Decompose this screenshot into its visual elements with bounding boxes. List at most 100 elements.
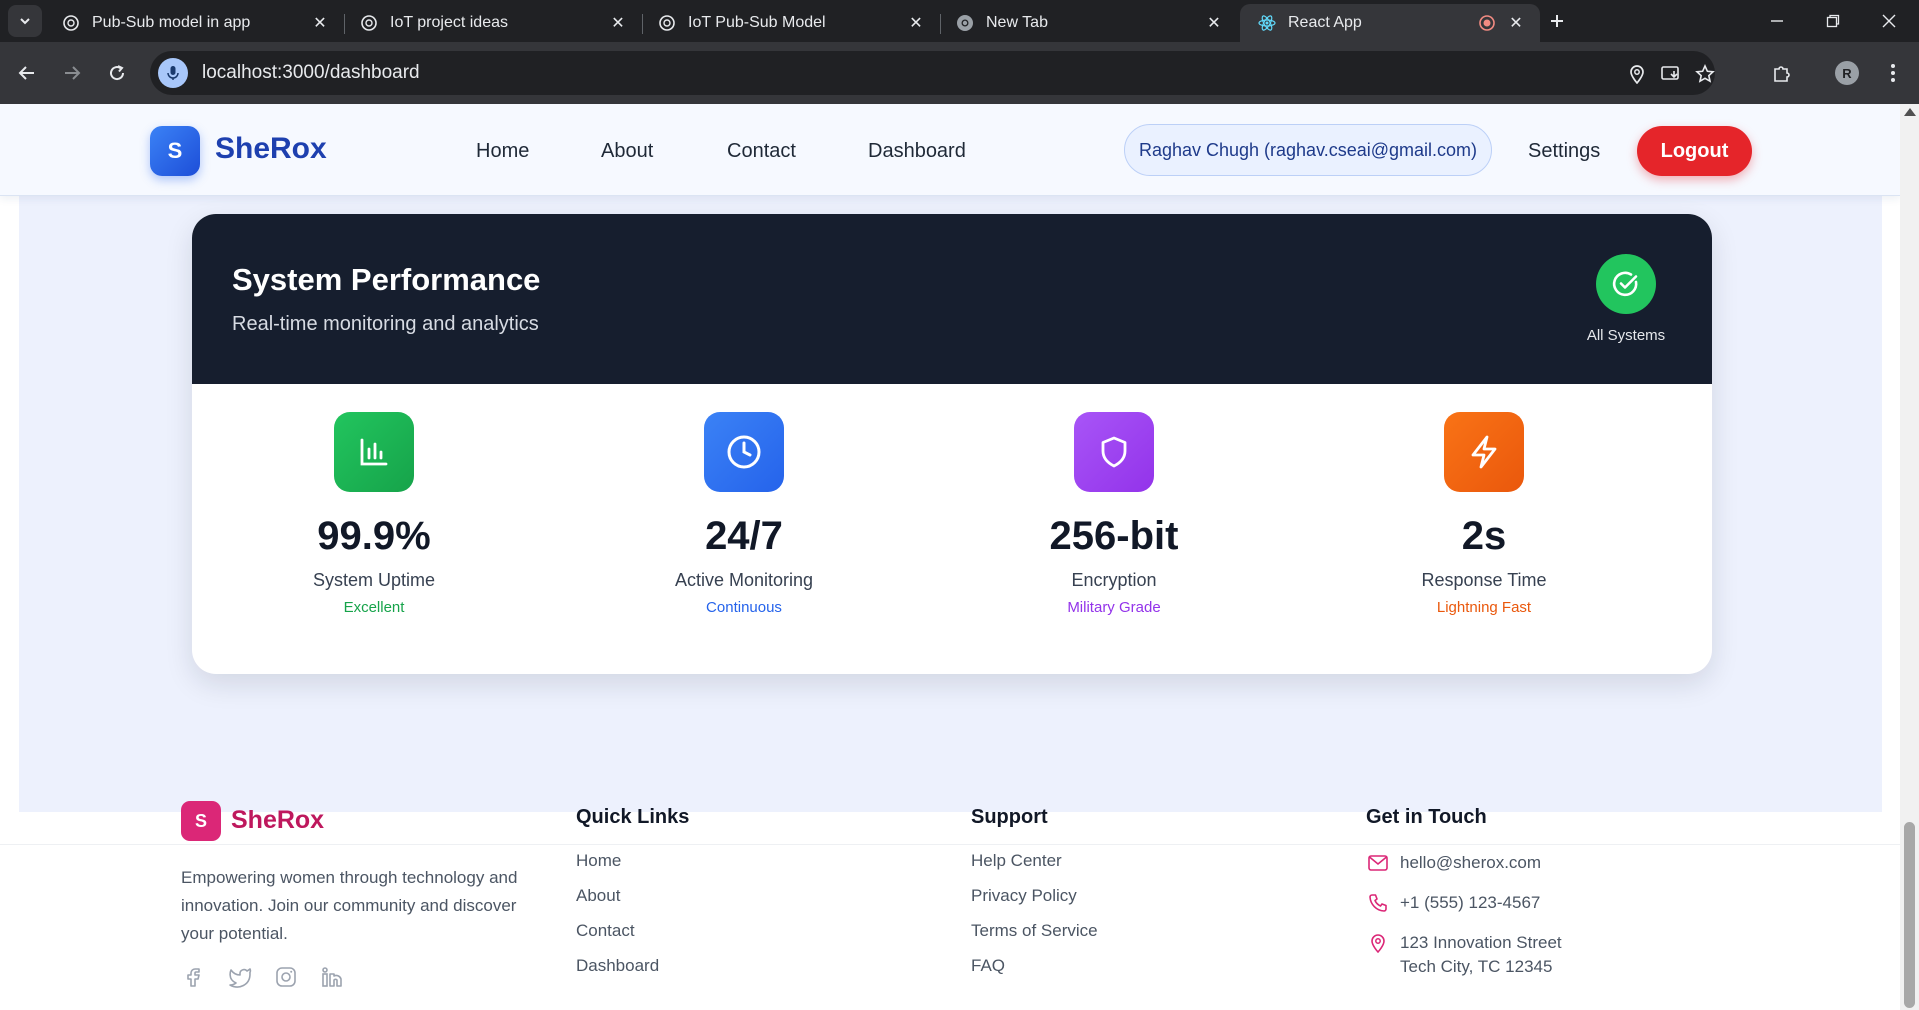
system-performance-card: System Performance Real-time monitoring … xyxy=(192,214,1712,674)
avatar: R xyxy=(1835,61,1859,85)
footer-link-dashboard[interactable]: Dashboard xyxy=(576,956,689,991)
footer-logo-mark[interactable]: S xyxy=(181,801,221,841)
contact-heading: Get in Touch xyxy=(1366,806,1487,828)
footer-support: Support Help Center Privacy Policy Terms… xyxy=(971,806,1098,991)
footer-about-text: Empowering women through technology and … xyxy=(181,868,518,943)
tab-search-button[interactable] xyxy=(8,5,42,37)
nav-about[interactable]: About xyxy=(601,140,653,163)
map-pin-icon xyxy=(1366,931,1390,955)
twitter-icon[interactable] xyxy=(227,964,253,990)
minimize-icon xyxy=(1771,20,1783,22)
back-button[interactable] xyxy=(10,56,44,90)
reload-button[interactable] xyxy=(100,56,134,90)
close-icon[interactable]: ✕ xyxy=(310,13,330,33)
location-icon[interactable] xyxy=(1626,63,1648,85)
scroll-up-arrow-icon[interactable] xyxy=(1904,108,1916,116)
footer-link-contact[interactable]: Contact xyxy=(576,921,689,956)
metric-label: Response Time xyxy=(1421,570,1547,590)
tab-title: IoT Pub-Sub Model xyxy=(688,14,826,31)
plus-icon xyxy=(1551,15,1563,27)
performance-header: System Performance Real-time monitoring … xyxy=(192,214,1712,384)
metric-response-time: 2s Response Time Lightning Fast xyxy=(1299,412,1669,616)
browser-tab-active[interactable]: React App ✕ xyxy=(1240,4,1540,42)
check-circle-icon xyxy=(1596,254,1656,314)
footer-link-home[interactable]: Home xyxy=(576,851,689,886)
settings-link[interactable]: Settings xyxy=(1528,140,1600,163)
forward-button[interactable] xyxy=(55,56,89,90)
nav-dashboard[interactable]: Dashboard xyxy=(868,140,966,163)
metric-label: Active Monitoring xyxy=(674,570,814,590)
shield-icon xyxy=(1074,412,1154,492)
instagram-icon[interactable] xyxy=(273,964,299,990)
metric-value: 256-bit xyxy=(1049,514,1179,558)
browser-menu-button[interactable] xyxy=(1876,56,1910,90)
install-app-icon[interactable] xyxy=(1660,63,1682,85)
nav-home[interactable]: Home xyxy=(476,140,529,163)
new-tab-button[interactable] xyxy=(1542,6,1572,36)
close-icon[interactable]: ✕ xyxy=(1204,13,1224,33)
browser-tab[interactable]: Pub-Sub model in app ✕ xyxy=(44,4,344,42)
footer-quick-links: Quick Links Home About Contact Dashboard xyxy=(576,806,689,991)
site-header: S SheRox Home About Contact Dashboard Ra… xyxy=(0,104,1900,196)
close-icon[interactable]: ✕ xyxy=(608,13,628,33)
metric-note: Lightning Fast xyxy=(1436,599,1532,616)
brand-name[interactable]: SheRox xyxy=(215,132,327,166)
restore-icon xyxy=(1826,14,1840,28)
footer-link-help-center[interactable]: Help Center xyxy=(971,851,1098,886)
minimize-button[interactable] xyxy=(1754,0,1800,42)
contact-phone[interactable]: +1 (555) 123-4567 xyxy=(1366,891,1562,915)
scrollbar-thumb[interactable] xyxy=(1904,822,1915,1008)
status-label: All Systems xyxy=(1586,327,1666,344)
metric-value: 2s xyxy=(1461,514,1507,558)
tab-title: New Tab xyxy=(986,14,1048,31)
phone-icon xyxy=(1366,891,1390,915)
profile-button[interactable]: R xyxy=(1830,56,1864,90)
footer-link-about[interactable]: About xyxy=(576,886,689,921)
bar-chart-icon xyxy=(334,412,414,492)
footer-contact: Get in Touch hello@sherox.com +1 (555) 1… xyxy=(1366,806,1562,995)
metric-label: System Uptime xyxy=(312,570,436,590)
metric-encryption: 256-bit Encryption Military Grade xyxy=(929,412,1299,616)
microphone-icon[interactable] xyxy=(158,58,188,88)
metric-value: 99.9% xyxy=(317,514,431,558)
extensions-button[interactable] xyxy=(1765,56,1799,90)
nav-contact[interactable]: Contact xyxy=(727,140,796,163)
close-icon[interactable]: ✕ xyxy=(1506,13,1526,33)
footer-link-terms[interactable]: Terms of Service xyxy=(971,921,1098,956)
contact-email-text: hello@sherox.com xyxy=(1400,853,1542,872)
footer-link-faq[interactable]: FAQ xyxy=(971,956,1098,991)
close-window-button[interactable] xyxy=(1866,0,1912,42)
arrow-left-icon xyxy=(18,66,34,80)
logo-mark[interactable]: S xyxy=(150,126,200,176)
metric-monitoring: 24/7 Active Monitoring Continuous xyxy=(559,412,929,616)
browser-tab[interactable]: IoT Pub-Sub Model ✕ xyxy=(640,4,940,42)
logout-button[interactable]: Logout xyxy=(1637,126,1752,176)
footer-brand-name[interactable]: SheRox xyxy=(231,806,324,835)
user-badge[interactable]: Raghav Chugh (raghav.cseai@gmail.com) xyxy=(1124,124,1492,176)
recording-icon xyxy=(1478,14,1496,32)
quick-links-heading: Quick Links xyxy=(576,806,690,828)
contact-email[interactable]: hello@sherox.com xyxy=(1366,851,1562,875)
restore-button[interactable] xyxy=(1810,0,1856,42)
address-bar[interactable]: localhost:3000/dashboard xyxy=(150,51,1715,95)
browser-tab[interactable]: New Tab ✕ xyxy=(938,4,1238,42)
chatgpt-icon xyxy=(62,14,80,32)
footer-link-privacy-policy[interactable]: Privacy Policy xyxy=(971,886,1098,921)
chatgpt-icon xyxy=(360,14,378,32)
close-icon xyxy=(1882,14,1896,28)
chatgpt-icon xyxy=(658,14,676,32)
page-scrollbar[interactable] xyxy=(1900,104,1919,1010)
puzzle-icon xyxy=(1774,66,1790,82)
browser-toolbar: localhost:3000/dashboard R xyxy=(0,42,1919,104)
url-text[interactable]: localhost:3000/dashboard xyxy=(202,62,420,84)
browser-tab[interactable]: IoT project ideas ✕ xyxy=(342,4,642,42)
metric-label: Encryption xyxy=(1071,570,1157,590)
chevron-down-icon xyxy=(20,18,30,25)
facebook-icon[interactable] xyxy=(181,964,207,990)
close-icon[interactable]: ✕ xyxy=(906,13,926,33)
metric-value: 24/7 xyxy=(705,514,783,558)
tab-title: React App xyxy=(1288,14,1362,31)
linkedin-icon[interactable] xyxy=(319,964,345,990)
more-vertical-icon xyxy=(1891,64,1895,82)
bookmark-star-icon[interactable] xyxy=(1694,63,1716,85)
